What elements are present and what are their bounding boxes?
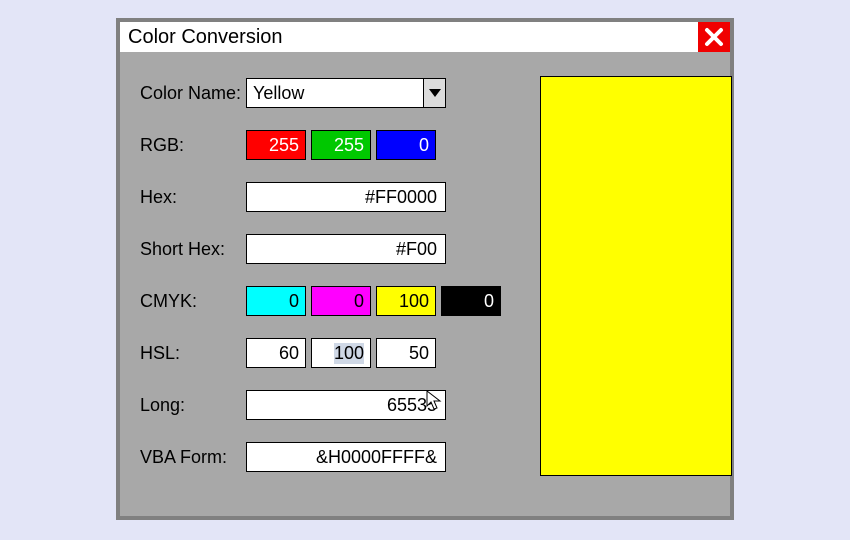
- cmyk-m-value: 0: [354, 291, 364, 312]
- chevron-down-icon: [423, 79, 445, 107]
- hsl-s-input[interactable]: 100: [311, 338, 371, 368]
- row-hsl: HSL: 60 100 50: [140, 336, 522, 370]
- label-long: Long:: [140, 395, 246, 416]
- hsl-l-input[interactable]: 50: [376, 338, 436, 368]
- hex-input[interactable]: #FF0000: [246, 182, 446, 212]
- row-color-name: Color Name: Yellow: [140, 76, 522, 110]
- row-hex: Hex: #FF0000: [140, 180, 522, 214]
- rgb-b-value: 0: [419, 135, 429, 156]
- vba-input[interactable]: &H0000FFFF&: [246, 442, 446, 472]
- label-hsl: HSL:: [140, 343, 246, 364]
- hsl-h-input[interactable]: 60: [246, 338, 306, 368]
- cmyk-c-input[interactable]: 0: [246, 286, 306, 316]
- hsl-l-value: 50: [409, 343, 429, 364]
- rgb-r-value: 255: [269, 135, 299, 156]
- rgb-b-input[interactable]: 0: [376, 130, 436, 160]
- rgb-g-input[interactable]: 255: [311, 130, 371, 160]
- row-short-hex: Short Hex: #F00: [140, 232, 522, 266]
- long-input[interactable]: 65535: [246, 390, 446, 420]
- label-vba: VBA Form:: [140, 447, 246, 468]
- window-title: Color Conversion: [120, 22, 698, 52]
- short-hex-input[interactable]: #F00: [246, 234, 446, 264]
- label-cmyk: CMYK:: [140, 291, 246, 312]
- cmyk-c-value: 0: [289, 291, 299, 312]
- hsl-h-value: 60: [279, 343, 299, 364]
- row-rgb: RGB: 255 255 0: [140, 128, 522, 162]
- cmyk-y-input[interactable]: 100: [376, 286, 436, 316]
- row-vba: VBA Form: &H0000FFFF&: [140, 440, 522, 474]
- close-icon: [703, 26, 725, 48]
- cmyk-k-value: 0: [484, 291, 494, 312]
- label-rgb: RGB:: [140, 135, 246, 156]
- hsl-s-value: 100: [334, 343, 364, 364]
- titlebar: Color Conversion: [120, 22, 730, 52]
- rgb-g-value: 255: [334, 135, 364, 156]
- label-short-hex: Short Hex:: [140, 239, 246, 260]
- cmyk-m-input[interactable]: 0: [311, 286, 371, 316]
- rgb-r-input[interactable]: 255: [246, 130, 306, 160]
- color-name-value: Yellow: [253, 83, 304, 104]
- close-button[interactable]: [698, 22, 730, 52]
- label-hex: Hex:: [140, 187, 246, 208]
- color-name-select[interactable]: Yellow: [246, 78, 446, 108]
- color-preview: [540, 76, 732, 476]
- row-long: Long: 65535: [140, 388, 522, 422]
- color-conversion-dialog: Color Conversion Color Name: Yellow: [116, 18, 734, 520]
- cmyk-k-input[interactable]: 0: [441, 286, 501, 316]
- label-color-name: Color Name:: [140, 83, 246, 104]
- row-cmyk: CMYK: 0 0 100 0: [140, 284, 522, 318]
- cmyk-y-value: 100: [399, 291, 429, 312]
